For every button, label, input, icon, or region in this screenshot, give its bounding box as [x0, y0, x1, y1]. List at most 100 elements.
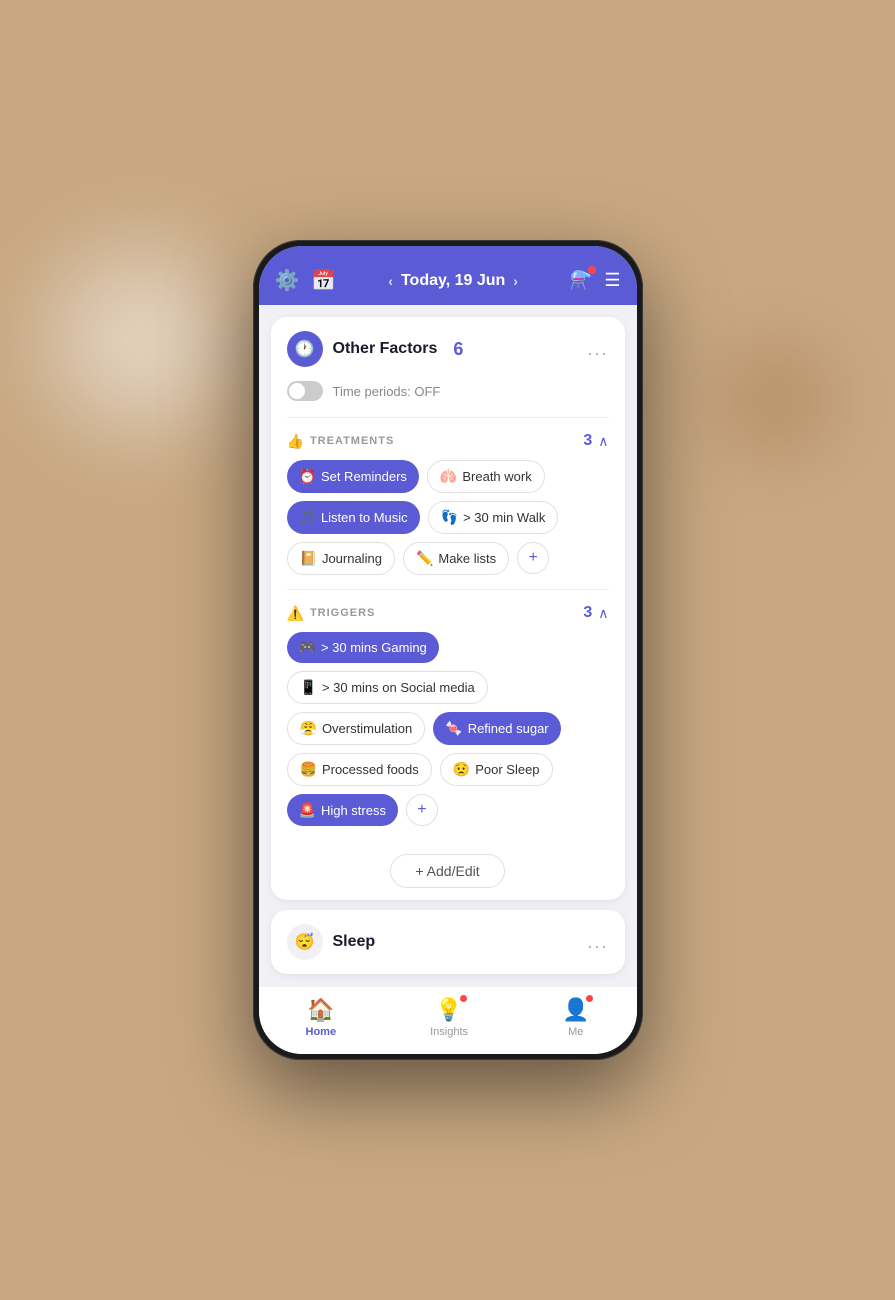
other-factors-card: 🕐 Other Factors 6 ... Time periods: OFF [271, 317, 625, 900]
tag-listen-to-music[interactable]: 🎵 Listen to Music [287, 501, 420, 534]
tag-processed-foods-label: Processed foods [322, 762, 419, 777]
tag-journaling[interactable]: 📔 Journaling [287, 542, 395, 575]
prev-arrow[interactable]: ‹ [388, 273, 393, 289]
tag-refined-sugar[interactable]: 🍬 Refined sugar [433, 712, 560, 745]
tag-listen-to-music-label: Listen to Music [321, 510, 408, 525]
tag-processed-foods[interactable]: 🍔 Processed foods [287, 753, 432, 786]
insights-icon: 💡 [435, 997, 462, 1023]
pencil-emoji: ✏️ [416, 550, 433, 567]
phone: ⚙️ 📅 ‹ Today, 19 Jun › ⚗️ ☰ [253, 240, 643, 1060]
settings-icon[interactable]: ⚙️ [275, 268, 300, 293]
calendar-icon[interactable]: 📅 [311, 268, 336, 293]
next-arrow[interactable]: › [513, 273, 518, 289]
clock-icon: 🕐 [295, 339, 315, 359]
main-content: 🕐 Other Factors 6 ... Time periods: OFF [259, 305, 637, 986]
tag-overstimulation-label: Overstimulation [322, 721, 412, 736]
tag-make-lists[interactable]: ✏️ Make lists [403, 542, 509, 575]
other-factors-title: Other Factors [333, 340, 438, 358]
tag-30-mins-gaming[interactable]: 🎮 > 30 mins Gaming [287, 632, 439, 663]
stress-emoji: 🚨 [299, 802, 316, 819]
triggers-header-right: 3 ∧ [583, 604, 608, 622]
other-factors-count: 6 [453, 339, 463, 360]
triggers-chevron[interactable]: ∧ [598, 605, 608, 622]
nav-me-label: Me [568, 1026, 583, 1038]
home-icon: 🏠 [307, 997, 334, 1023]
flask-icon[interactable]: ⚗️ [570, 270, 592, 291]
bottom-navigation: 🏠 Home 💡 Insights 👤 Me [259, 986, 637, 1054]
tag-social-media-label: > 30 mins on Social media [322, 680, 475, 695]
sugar-emoji: 🍬 [445, 720, 462, 737]
header-right: ⚗️ ☰ [570, 270, 621, 291]
tag-set-reminders-label: Set Reminders [321, 469, 407, 484]
treatments-tags: ⏰ Set Reminders 🫁 Breath work 🎵 Listen t… [287, 460, 609, 575]
nav-home[interactable]: 🏠 Home [306, 997, 337, 1038]
tag-high-stress-label: High stress [321, 803, 386, 818]
treatments-header-right: 3 ∧ [583, 432, 608, 450]
tag-30-min-walk-label: > 30 min Walk [463, 510, 545, 525]
add-edit-button[interactable]: + Add/Edit [390, 854, 504, 888]
other-factors-icon: 🕐 [287, 331, 323, 367]
phone-wrapper: ⚙️ 📅 ‹ Today, 19 Jun › ⚗️ ☰ [253, 240, 643, 1060]
nav-home-label: Home [306, 1026, 337, 1038]
time-periods-label: Time periods: OFF [333, 384, 441, 399]
tag-breath-work[interactable]: 🫁 Breath work [427, 460, 545, 493]
tag-30-min-walk[interactable]: 👣 > 30 min Walk [428, 501, 559, 534]
walk-emoji: 👣 [441, 509, 458, 526]
nav-insights-label: Insights [430, 1026, 468, 1038]
tag-make-lists-label: Make lists [438, 551, 496, 566]
triggers-header: ⚠️ TRIGGERS 3 ∧ [287, 604, 609, 622]
treatments-count: 3 [583, 432, 592, 450]
triggers-divider [287, 589, 609, 590]
sleep-icon-circle: 😴 [287, 924, 323, 960]
treatments-header: 👍 TREATMENTS 3 ∧ [287, 432, 609, 450]
sleep-emoji-icon: 😴 [295, 932, 315, 952]
sleep-title: Sleep [333, 933, 376, 951]
tag-overstimulation[interactable]: 😤 Overstimulation [287, 712, 426, 745]
me-icon: 👤 [562, 997, 589, 1023]
triggers-title: TRIGGERS [310, 607, 375, 619]
journal-emoji: 📔 [300, 550, 317, 567]
reminder-emoji: ⏰ [299, 468, 316, 485]
time-periods-row: Time periods: OFF [271, 377, 625, 413]
nav-me[interactable]: 👤 Me [562, 997, 589, 1038]
nav-insights[interactable]: 💡 Insights [430, 997, 468, 1038]
time-periods-toggle[interactable] [287, 381, 323, 401]
sleep-more[interactable]: ... [587, 932, 608, 953]
sleep-card-left: 😴 Sleep [287, 924, 376, 960]
tag-set-reminders[interactable]: ⏰ Set Reminders [287, 460, 419, 493]
food-emoji: 🍔 [300, 761, 317, 778]
gaming-emoji: 🎮 [299, 639, 316, 656]
treatments-header-left: 👍 TREATMENTS [287, 433, 395, 450]
music-emoji: 🎵 [299, 509, 316, 526]
other-factors-more[interactable]: ... [587, 339, 608, 360]
warning-icon: ⚠️ [287, 605, 304, 622]
treatments-add-button[interactable]: + [517, 542, 549, 574]
flask-badge [588, 266, 596, 274]
other-factors-title-row: 🕐 Other Factors 6 [287, 331, 464, 367]
menu-icon[interactable]: ☰ [604, 270, 620, 291]
triggers-header-left: ⚠️ TRIGGERS [287, 605, 376, 622]
app-header: ⚙️ 📅 ‹ Today, 19 Jun › ⚗️ ☰ [259, 260, 637, 305]
sleep-card: 😴 Sleep ... [271, 910, 625, 974]
treatments-chevron[interactable]: ∧ [598, 433, 608, 450]
tag-poor-sleep[interactable]: 😟 Poor Sleep [440, 753, 553, 786]
header-left: ⚙️ 📅 [275, 268, 337, 293]
triggers-add-button[interactable]: + [406, 794, 438, 826]
tag-social-media[interactable]: 📱 > 30 mins on Social media [287, 671, 488, 704]
me-badge [586, 995, 593, 1002]
tag-high-stress[interactable]: 🚨 High stress [287, 794, 398, 826]
phone-emoji: 📱 [300, 679, 317, 696]
treatments-section: 👍 TREATMENTS 3 ∧ ⏰ Set Reminders [271, 422, 625, 585]
triggers-tags: 🎮 > 30 mins Gaming 📱 > 30 mins on Social… [287, 632, 609, 826]
add-edit-area: + Add/Edit [287, 844, 609, 898]
phone-screen: ⚙️ 📅 ‹ Today, 19 Jun › ⚗️ ☰ [259, 246, 637, 1054]
breath-emoji: 🫁 [440, 468, 457, 485]
overstim-emoji: 😤 [300, 720, 317, 737]
tag-journaling-label: Journaling [322, 551, 382, 566]
triggers-section: ⚠️ TRIGGERS 3 ∧ 🎮 > 30 mins Gamin [271, 594, 625, 836]
tag-poor-sleep-label: Poor Sleep [475, 762, 539, 777]
status-bar [259, 246, 637, 260]
other-factors-header: 🕐 Other Factors 6 ... [271, 317, 625, 377]
date-label: Today, 19 Jun [401, 272, 505, 290]
tag-30-mins-gaming-label: > 30 mins Gaming [321, 640, 427, 655]
